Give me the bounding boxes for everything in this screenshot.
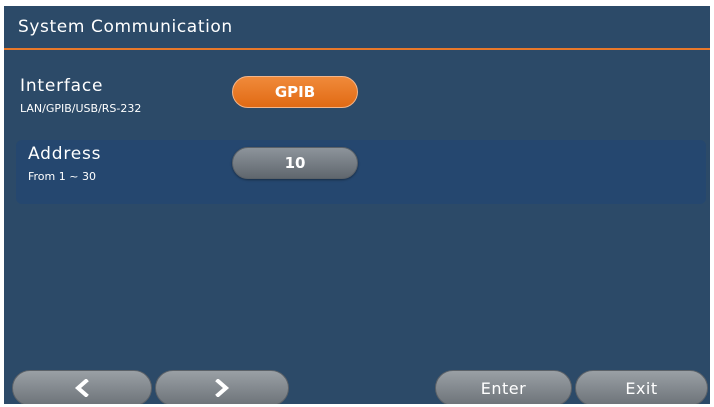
system-communication-screen: System Communication Interface LAN/GPIB/… [4,6,710,404]
previous-button[interactable] [12,370,152,404]
exit-button[interactable]: Exit [575,370,708,404]
enter-button[interactable]: Enter [435,370,572,404]
chevron-right-icon [214,379,230,397]
title-bar: System Communication [4,6,710,50]
address-value-button[interactable]: 10 [232,147,358,179]
page-title: System Communication [18,17,233,37]
address-setting-row[interactable]: Address From 1 ~ 30 10 [16,140,706,204]
address-range-hint: From 1 ~ 30 [28,170,96,183]
interface-setting-row[interactable]: Interface LAN/GPIB/USB/RS-232 GPIB [16,72,706,134]
address-label: Address [28,144,102,164]
interface-label: Interface [20,76,104,96]
next-button[interactable] [155,370,289,404]
interface-value-button[interactable]: GPIB [232,76,358,108]
interface-options-hint: LAN/GPIB/USB/RS-232 [20,102,142,115]
chevron-left-icon [74,379,90,397]
